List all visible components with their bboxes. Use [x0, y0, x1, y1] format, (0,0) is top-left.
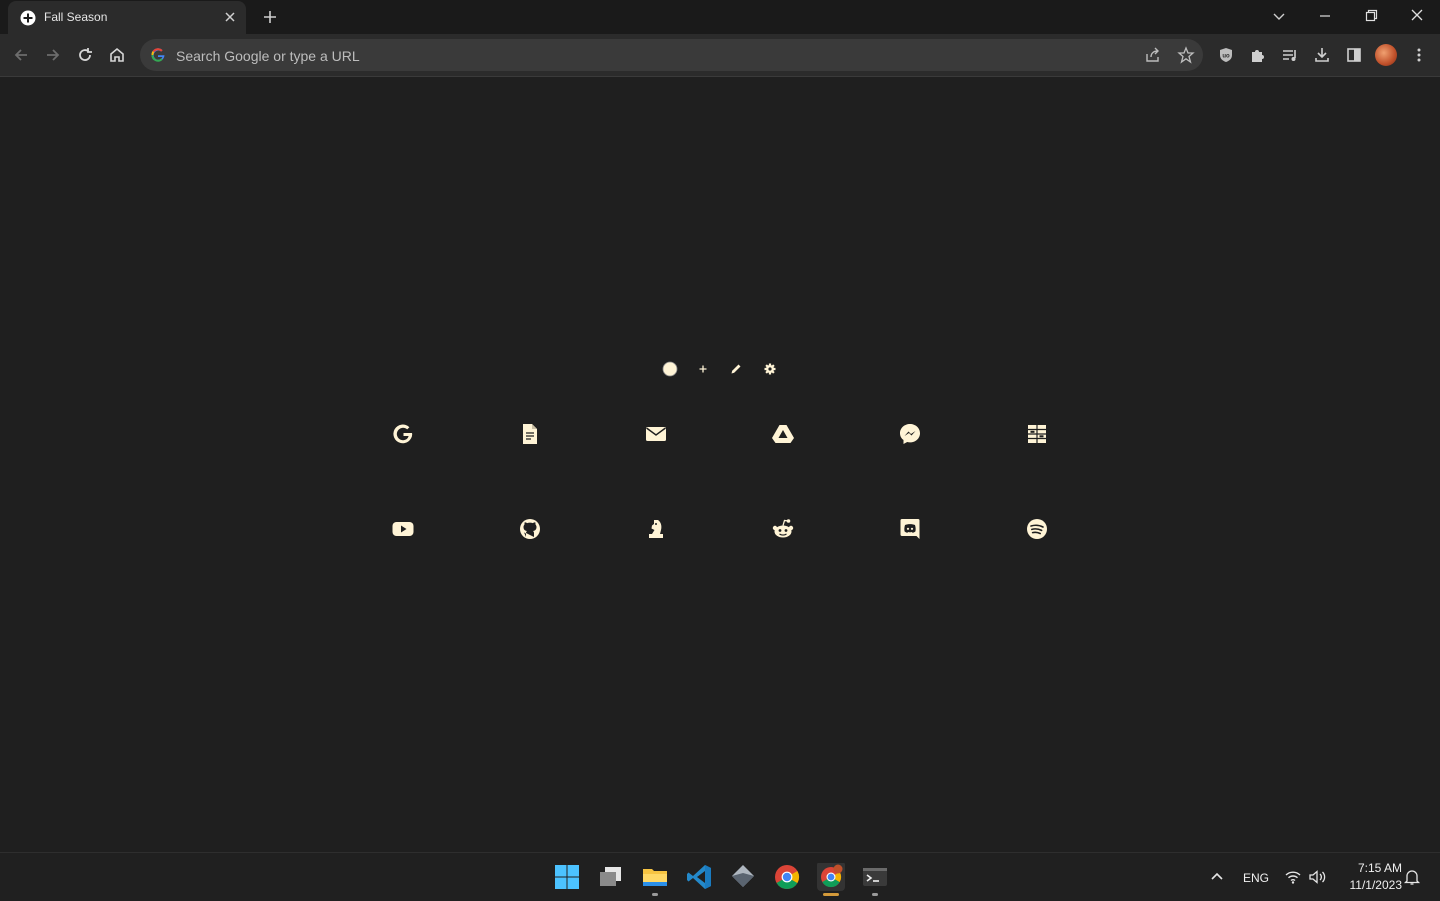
wifi-icon[interactable] — [1284, 868, 1302, 886]
back-icon[interactable] — [11, 45, 31, 65]
extensions-icon[interactable] — [1248, 45, 1268, 65]
close-window-icon[interactable] — [1406, 6, 1428, 26]
google-icon[interactable] — [390, 421, 416, 447]
menu-kebab-icon[interactable] — [1409, 45, 1429, 65]
youtube-icon[interactable] — [390, 516, 416, 542]
docs-icon[interactable] — [517, 421, 543, 447]
theme-circle-icon[interactable] — [662, 361, 678, 377]
vscode-icon[interactable] — [685, 863, 713, 891]
chrome-active-indicator — [823, 893, 839, 896]
app-icon[interactable] — [729, 863, 757, 891]
spotify-icon[interactable] — [1024, 516, 1050, 542]
file-explorer-icon[interactable] — [641, 863, 669, 891]
windows-start-icon[interactable] — [553, 863, 581, 891]
download-icon[interactable] — [1312, 45, 1332, 65]
reload-icon[interactable] — [75, 45, 95, 65]
reddit-icon[interactable] — [770, 516, 796, 542]
tab-close-icon[interactable] — [222, 9, 238, 25]
chrome-icon[interactable] — [773, 863, 801, 891]
plus-circle-icon — [20, 10, 36, 26]
new-tab-button[interactable] — [261, 8, 279, 26]
language-indicator[interactable]: ENG — [1243, 871, 1269, 885]
clock-date: 11/1/2023 — [1349, 878, 1403, 892]
chevron-up-icon[interactable] — [1207, 867, 1227, 887]
home-icon[interactable] — [107, 45, 127, 65]
restore-icon[interactable] — [1360, 6, 1382, 26]
settings-icon[interactable] — [762, 361, 778, 377]
translate-icon[interactable] — [1024, 421, 1050, 447]
drive-icon[interactable] — [770, 421, 796, 447]
svg-text:uo: uo — [1222, 54, 1230, 60]
minimize-icon[interactable] — [1314, 6, 1336, 26]
file-explorer-indicator — [652, 893, 658, 896]
terminal-indicator — [872, 893, 878, 896]
profile-avatar[interactable] — [1375, 44, 1397, 66]
share-icon[interactable] — [1144, 46, 1162, 64]
tab-strip: Fall Season — [0, 0, 1440, 34]
tab-title: Fall Season — [44, 10, 108, 24]
mail-icon[interactable] — [643, 421, 669, 447]
clock[interactable]: 7:15 AM 11/1/2023 — [1336, 861, 1403, 892]
tab-search-icon[interactable] — [1268, 6, 1290, 26]
browser-toolbar: uo — [0, 34, 1440, 77]
ublock-icon[interactable]: uo — [1216, 45, 1236, 65]
chess-icon[interactable] — [643, 516, 669, 542]
clock-time: 7:15 AM — [1357, 861, 1402, 875]
omnibox[interactable] — [140, 39, 1203, 71]
forward-icon[interactable] — [43, 45, 63, 65]
discord-icon[interactable] — [897, 516, 923, 542]
browser-tab[interactable]: Fall Season — [8, 1, 246, 34]
terminal-icon[interactable] — [861, 863, 889, 891]
task-view-icon[interactable] — [597, 863, 625, 891]
google-g-icon — [151, 48, 165, 62]
github-icon[interactable] — [517, 516, 543, 542]
side-panel-icon[interactable] — [1344, 45, 1364, 65]
add-icon[interactable] — [695, 361, 711, 377]
notification-bell-icon[interactable] — [1403, 868, 1421, 886]
bookmark-star-icon[interactable] — [1177, 46, 1195, 64]
messenger-icon[interactable] — [897, 421, 923, 447]
edit-icon[interactable] — [728, 361, 744, 377]
omnibox-input[interactable] — [174, 45, 1078, 67]
volume-icon[interactable] — [1307, 867, 1327, 887]
taskbar: ENG 7:15 AM 11/1/2023 — [0, 852, 1440, 901]
chrome-profile-icon[interactable] — [817, 863, 845, 891]
media-queue-icon[interactable] — [1280, 45, 1300, 65]
